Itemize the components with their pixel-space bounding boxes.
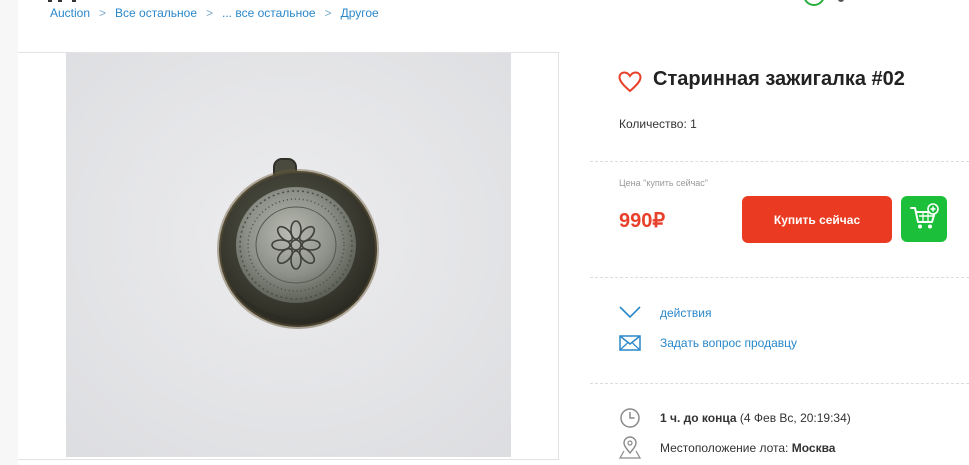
cropped-logo-fragment bbox=[46, 0, 80, 2]
product-photo[interactable] bbox=[66, 53, 511, 457]
location-value: Москва bbox=[791, 441, 836, 455]
breadcrumb-separator: > bbox=[324, 6, 332, 20]
location-label: Местоположение лота: bbox=[660, 441, 789, 455]
breadcrumb-separator: > bbox=[206, 6, 214, 20]
ask-seller-link[interactable]: Задать вопрос продавцу bbox=[619, 334, 797, 352]
quantity-info: Количество: 1 bbox=[619, 117, 697, 131]
gallery-right-border bbox=[558, 52, 559, 460]
cropped-status-icon bbox=[803, 0, 825, 6]
breadcrumb-item-everything-else[interactable]: Все остальное bbox=[115, 6, 197, 20]
left-edge-strip bbox=[0, 0, 18, 465]
quantity-value: 1 bbox=[690, 117, 697, 131]
cart-plus-icon bbox=[909, 202, 939, 236]
add-to-cart-button[interactable] bbox=[901, 196, 947, 242]
breadcrumb-item-other[interactable]: Другое bbox=[341, 6, 379, 20]
buy-now-price: 990₽ bbox=[619, 210, 666, 232]
breadcrumb-item-other-everything-else[interactable]: ... все остальное bbox=[222, 6, 316, 20]
divider bbox=[590, 383, 969, 384]
cropped-header-fragment bbox=[838, 0, 844, 2]
time-left: 1 ч. до конца bbox=[660, 411, 737, 425]
gallery-bottom-border bbox=[18, 459, 559, 460]
product-title: Старинная зажигалка #02 bbox=[653, 68, 905, 90]
actions-dropdown[interactable]: действия bbox=[619, 304, 711, 322]
clock-icon bbox=[619, 406, 641, 430]
location-row: Местоположение лота: Москва bbox=[618, 436, 836, 460]
divider bbox=[590, 161, 969, 162]
breadcrumb-separator: > bbox=[99, 6, 107, 20]
favorite-heart-icon[interactable] bbox=[618, 70, 642, 94]
map-pin-icon bbox=[618, 436, 642, 460]
breadcrumb-item-auction[interactable]: Auction bbox=[50, 6, 90, 20]
chevron-down-icon bbox=[619, 304, 641, 322]
breadcrumb: Auction > Все остальное > ... все остальное >… bbox=[50, 6, 379, 20]
envelope-icon bbox=[619, 334, 641, 352]
time-left-row: 1 ч. до конца (4 Фев Вс, 20:19:34) bbox=[619, 406, 851, 430]
ask-seller-label: Задать вопрос продавцу bbox=[660, 336, 798, 350]
buy-now-button[interactable]: Купить сейчас bbox=[742, 196, 892, 243]
actions-label: действия bbox=[660, 306, 712, 320]
buy-now-price-label: Цена "купить сейчас" bbox=[619, 178, 709, 188]
quantity-label: Количество: bbox=[619, 117, 687, 131]
end-date: (4 Фев Вс, 20:19:34) bbox=[739, 411, 851, 425]
divider bbox=[590, 277, 969, 278]
